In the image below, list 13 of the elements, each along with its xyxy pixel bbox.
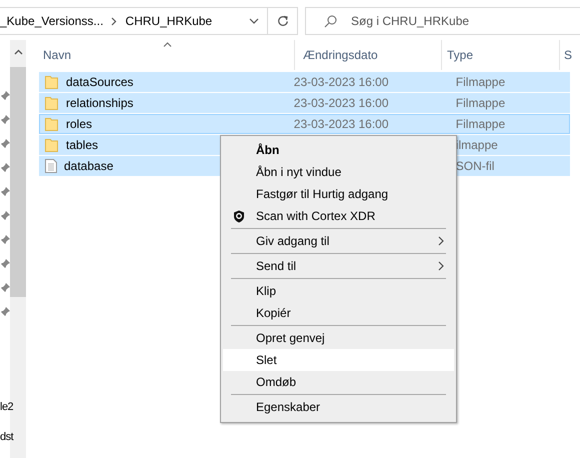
date-cell: 23-03-2023 16:00 (294, 75, 389, 89)
date-cell: 23-03-2023 16:00 (294, 117, 389, 131)
file-name: tables (66, 138, 98, 152)
file-name: database (64, 159, 114, 173)
file-name: relationships (66, 96, 134, 110)
type-cell: Filmappe (456, 117, 506, 131)
file-name: dataSources (66, 75, 134, 89)
file-name: roles (66, 117, 92, 131)
date-cell: 23-03-2023 16:00 (294, 96, 389, 110)
type-cell: Filmappe (456, 75, 506, 89)
type-cell: SON-fil (456, 159, 494, 173)
type-cell: Filmappe (456, 96, 506, 110)
type-cell: ilmappe (456, 138, 498, 152)
